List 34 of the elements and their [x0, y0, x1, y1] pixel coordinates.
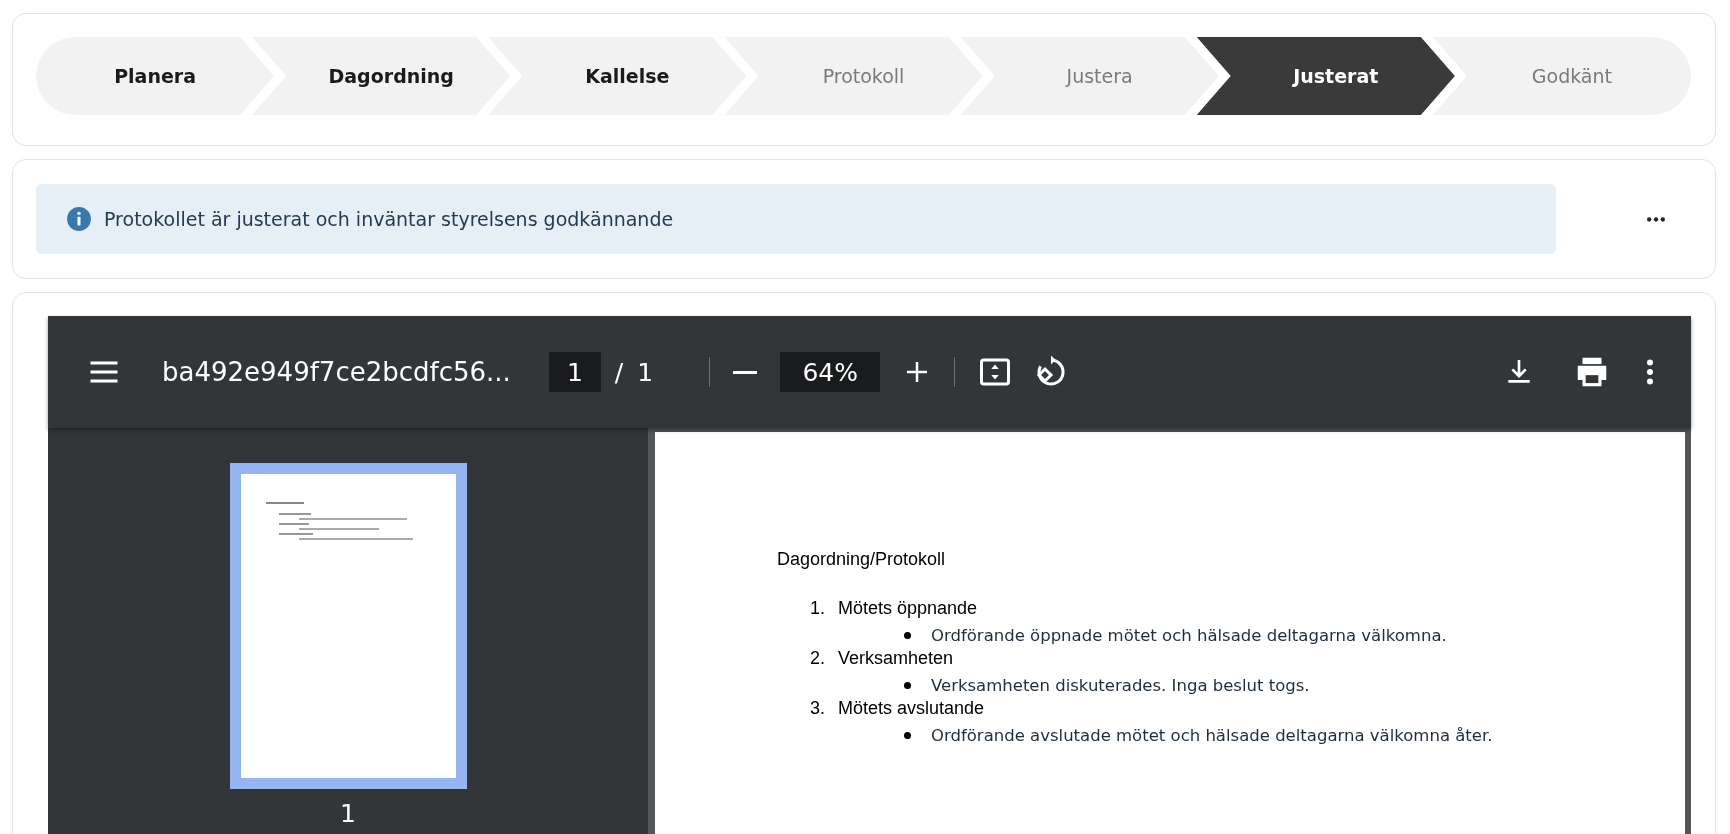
agenda-note: Ordförande öppnade mötet och hälsade deltagarna välkomna. [931, 625, 1447, 645]
list-number: 1. [810, 598, 826, 620]
more-icon [1647, 216, 1665, 222]
zoom-input[interactable]: 64% [780, 352, 881, 392]
list-number: 2. [810, 648, 826, 670]
document-heading: Dagordning/Protokoll [777, 549, 947, 570]
page-count: 1 [637, 357, 654, 387]
info-icon [66, 206, 92, 232]
agenda-note: Verksamheten diskuterades. Inga beslut togs. [931, 675, 1310, 695]
page-separator: / [614, 357, 624, 387]
thumbnail-page-number: 1 [340, 799, 356, 828]
bullet-icon [904, 731, 911, 739]
step-tab[interactable]: Godkänt [1432, 37, 1691, 115]
page-thumbnail[interactable] [229, 463, 467, 789]
agenda-item: Verksamheten [838, 648, 954, 670]
zoom-out-button[interactable] [732, 370, 759, 374]
step-tab[interactable]: Justera [960, 37, 1219, 115]
bullet-icon [904, 631, 911, 639]
agenda-item: Mötets avslutande [838, 698, 985, 720]
agenda-note: Ordförande avslutade mötet och hälsade deltagarna välkomna åter. [931, 725, 1493, 745]
step-tab[interactable]: Protokoll [724, 37, 983, 115]
minus-icon [732, 370, 759, 374]
agenda-item: Mötets öppnande [838, 598, 978, 620]
step-tab[interactable]: Dagordning [252, 37, 511, 115]
bullet-icon [904, 681, 911, 689]
document-title: ba492e949f7ce2bcdfc56... [162, 357, 511, 387]
step-tab[interactable]: Justerat [1196, 37, 1455, 115]
more-vertical-icon [1647, 359, 1653, 385]
more-options-button[interactable] [1647, 359, 1653, 385]
page-input[interactable]: 1 [548, 352, 601, 392]
step-tab[interactable]: Planera [36, 37, 275, 115]
step-tab[interactable]: Kallelse [488, 37, 747, 115]
alert-message: Protokollet är justerat och inväntar styrelsens godkännande [104, 208, 674, 230]
list-number: 3. [810, 698, 826, 720]
